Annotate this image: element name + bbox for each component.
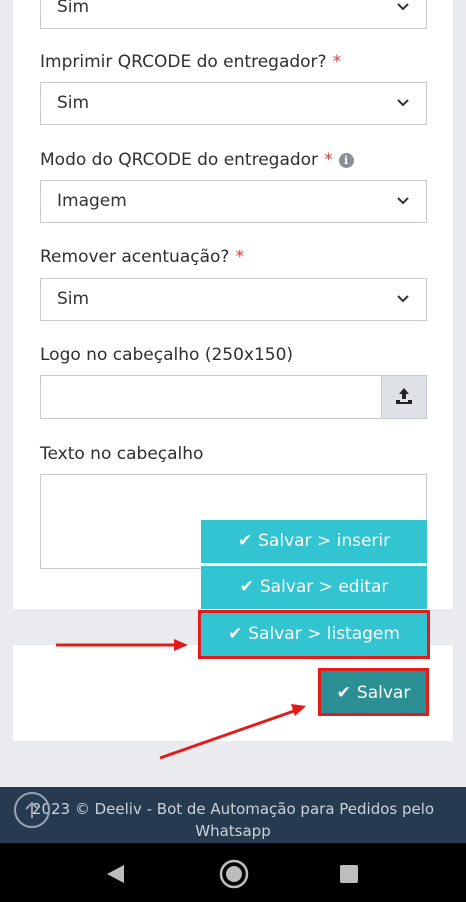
arrow-up-icon bbox=[25, 801, 39, 818]
annotation-arrow-2 bbox=[159, 704, 306, 760]
annotation-arrows bbox=[56, 639, 306, 760]
page-footer: 2023 © Deeliv - Bot de Automação para Pe… bbox=[0, 787, 466, 843]
android-nav-bar bbox=[0, 843, 466, 902]
recents-icon[interactable] bbox=[339, 864, 359, 884]
annotation-arrow-1 bbox=[56, 639, 188, 651]
footer-text-line1: 2023 © Deeliv - Bot de Automação para Pe… bbox=[31, 800, 435, 818]
back-icon[interactable] bbox=[104, 863, 126, 885]
footer-text-line2: Whatsapp bbox=[195, 822, 271, 840]
scroll-to-top-button[interactable] bbox=[14, 792, 50, 828]
home-icon[interactable] bbox=[219, 859, 249, 889]
